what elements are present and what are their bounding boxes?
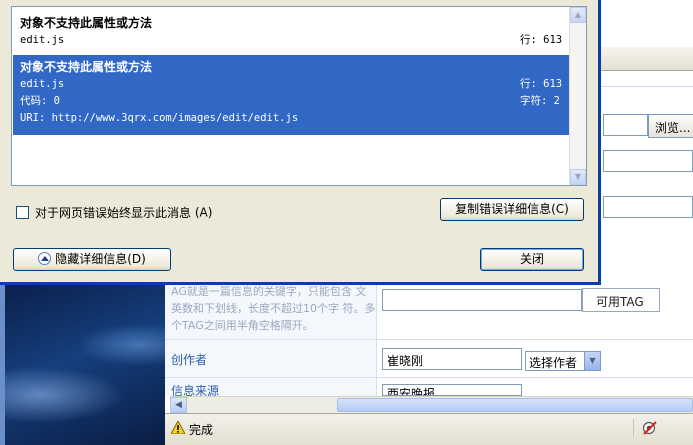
error-detail-line: edit.js 行: 613 bbox=[20, 76, 562, 93]
always-show-option[interactable]: 对于网页错误始终显示此消息 (A) bbox=[16, 204, 213, 220]
error-detail-line: edit.js 行: 613 bbox=[20, 32, 562, 49]
hide-details-label: 隐藏详细信息(D) bbox=[55, 252, 146, 266]
error-message-item-selected[interactable]: 对象不支持此属性或方法 edit.js 行: 613 代码: 0 字符: 2 U… bbox=[13, 55, 569, 135]
error-message-list[interactable]: 对象不支持此属性或方法 edit.js 行: 613 对象不支持此属性或方法 e… bbox=[11, 6, 587, 186]
chevron-up-icon bbox=[38, 252, 52, 265]
scroll-up-icon[interactable]: ▲ bbox=[570, 7, 586, 23]
tag-hint-cell: AG就是一篇信息的关键字，只能包含 文英数和下划线，长度不超过10个字 符。多个… bbox=[165, 283, 377, 339]
error-file: edit.js bbox=[20, 34, 65, 46]
scrollbar-thumb[interactable] bbox=[337, 398, 693, 412]
vertical-scrollbar[interactable]: ▲ ▼ bbox=[569, 7, 586, 185]
always-show-checkbox[interactable] bbox=[16, 206, 29, 219]
desktop-wallpaper bbox=[0, 285, 170, 445]
status-zone bbox=[633, 419, 693, 437]
status-text: 完成 bbox=[189, 423, 214, 437]
tag-input[interactable] bbox=[382, 289, 582, 311]
error-title: 对象不支持此属性或方法 bbox=[20, 16, 153, 30]
error-file: edit.js bbox=[20, 78, 65, 90]
error-char: 字符: 2 bbox=[520, 95, 560, 107]
error-title: 对象不支持此属性或方法 bbox=[20, 60, 153, 74]
browser-left-edge bbox=[0, 283, 5, 445]
popup-blocked-icon[interactable] bbox=[642, 420, 658, 436]
error-uri: URI: http://www.3qrx.com/images/edit/edi… bbox=[20, 112, 299, 124]
scroll-down-icon[interactable]: ▼ bbox=[570, 169, 586, 185]
copy-error-details-button[interactable]: 复制错误详细信息(C) bbox=[440, 198, 584, 221]
file-path-input[interactable] bbox=[603, 114, 648, 136]
error-message-item[interactable]: 对象不支持此属性或方法 edit.js 行: 613 bbox=[13, 11, 569, 53]
tag-hint-text: AG就是一篇信息的关键字，只能包含 文英数和下划线，长度不超过10个字 符。多个… bbox=[171, 285, 376, 332]
author-label-cell: 创作者 bbox=[165, 340, 377, 377]
form-input[interactable] bbox=[603, 196, 693, 218]
chevron-down-icon[interactable]: ▼ bbox=[584, 352, 600, 370]
error-detail-line: 代码: 0 字符: 2 bbox=[20, 93, 562, 110]
form-input[interactable] bbox=[603, 150, 693, 172]
close-button[interactable]: 关闭 bbox=[480, 248, 584, 271]
author-label: 创作者 bbox=[171, 353, 208, 367]
author-input[interactable]: 崔晓刚 bbox=[382, 348, 522, 370]
error-line-number: 行: 613 bbox=[520, 78, 563, 90]
author-select-value: 选择作者 bbox=[529, 356, 578, 370]
status-bar: 完成 bbox=[165, 413, 693, 445]
source-label-cell: 信息来源 bbox=[165, 378, 377, 396]
available-tag-button[interactable]: 可用TAG bbox=[582, 288, 660, 312]
horizontal-scrollbar[interactable]: ◀ bbox=[170, 396, 693, 413]
error-code: 代码: 0 bbox=[20, 95, 60, 107]
hide-details-button[interactable]: 隐藏详细信息(D) bbox=[13, 248, 171, 271]
source-input[interactable]: 西安晚报 bbox=[382, 384, 522, 396]
always-show-label: 对于网页错误始终显示此消息 bbox=[35, 206, 192, 220]
author-select[interactable]: 选择作者 ▼ bbox=[525, 351, 601, 371]
always-show-accel: (A) bbox=[194, 205, 213, 220]
error-detail-line: URI: http://www.3qrx.com/images/edit/edi… bbox=[20, 110, 562, 127]
source-label: 信息来源 bbox=[171, 384, 220, 396]
warning-icon[interactable] bbox=[171, 421, 185, 434]
error-line-number: 行: 613 bbox=[520, 34, 563, 46]
browse-button[interactable]: 浏览... bbox=[648, 114, 693, 138]
scroll-left-icon[interactable]: ◀ bbox=[170, 397, 187, 413]
script-error-dialog: 对象不支持此属性或方法 edit.js 行: 613 对象不支持此属性或方法 e… bbox=[0, 0, 601, 285]
